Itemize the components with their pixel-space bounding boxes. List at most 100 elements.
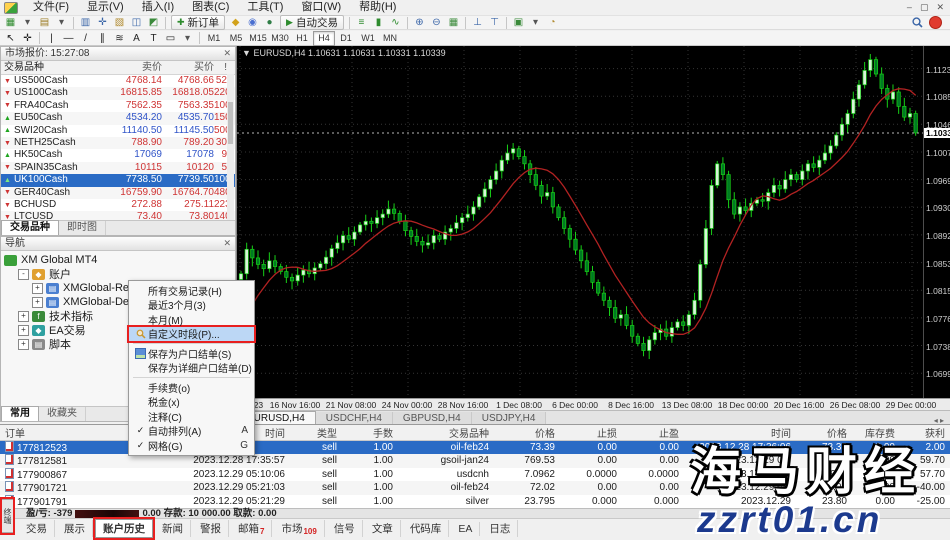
context-menu-item[interactable]: 最近3个月(3) bbox=[129, 298, 254, 313]
navigator-item[interactable]: XM Global MT4 bbox=[4, 253, 235, 267]
navigator-tab[interactable]: 收藏夹 bbox=[39, 407, 86, 421]
column-spread[interactable]: ! bbox=[214, 61, 235, 74]
context-menu-item[interactable]: ✓网格(G)G bbox=[129, 438, 254, 453]
market-watch-row[interactable]: ▲EU50Cash4534.204535.70150 bbox=[1, 112, 235, 124]
chart-dropdown-icon[interactable]: ▼ bbox=[242, 48, 251, 58]
terminal-tab-交易[interactable]: 交易 bbox=[19, 520, 55, 537]
timeframe-mn[interactable]: MN bbox=[379, 31, 401, 46]
menu-item[interactable]: 图表(C) bbox=[183, 0, 238, 15]
history-column-header[interactable]: 库存费 bbox=[852, 425, 900, 441]
expand-icon[interactable]: + bbox=[18, 311, 29, 322]
data-window-icon[interactable]: ✛ bbox=[94, 16, 111, 29]
dropdown-arrow-icon[interactable]: ▾ bbox=[53, 16, 70, 29]
timeframe-h4[interactable]: H4 bbox=[313, 31, 335, 46]
candlestick-icon[interactable]: ▮ bbox=[370, 16, 387, 29]
restore-icon[interactable]: ▢ bbox=[920, 2, 929, 13]
history-column-header[interactable]: 价格 bbox=[796, 425, 852, 441]
new-order-button[interactable]: ✚新订单 bbox=[171, 15, 225, 30]
line-chart-icon[interactable]: ∿ bbox=[387, 16, 404, 29]
expand-icon[interactable]: + bbox=[32, 297, 43, 308]
context-menu-item[interactable]: 注释(C) bbox=[129, 409, 254, 424]
crosshair-icon[interactable]: ✛ bbox=[19, 32, 36, 45]
history-row[interactable]: 1779017912023.12.29 05:21:29sell1.00silv… bbox=[0, 495, 950, 508]
history-column-header[interactable]: 止盈 bbox=[622, 425, 684, 441]
context-menu-item[interactable]: ✓自动排列(A)A bbox=[129, 424, 254, 439]
terminal-tab-警报[interactable]: 警报 bbox=[193, 520, 229, 537]
context-menu-item[interactable]: 本月(M) bbox=[129, 312, 254, 327]
close-icon[interactable]: ✕ bbox=[223, 47, 231, 60]
tile-windows-icon[interactable]: ▦ bbox=[445, 16, 462, 29]
publisher-icon[interactable]: ◉ bbox=[244, 16, 261, 29]
arrange-down-icon[interactable]: ⊤ bbox=[486, 16, 503, 29]
navigator-icon[interactable]: ▧ bbox=[111, 16, 128, 29]
menu-item[interactable]: 显示(V) bbox=[78, 0, 133, 15]
search-icon[interactable] bbox=[912, 17, 923, 28]
dropdown-arrow-icon[interactable]: ▾ bbox=[19, 16, 36, 29]
expand-icon[interactable]: + bbox=[18, 325, 29, 336]
terminal-tab-市场[interactable]: 市场109 bbox=[274, 520, 324, 537]
auto-trading-button[interactable]: ▶自动交易 bbox=[280, 15, 344, 30]
dropdown-arrow-icon[interactable]: ▾ bbox=[527, 16, 544, 29]
timeframe-d1[interactable]: D1 bbox=[335, 31, 357, 46]
zoom-in-icon[interactable]: ⊕ bbox=[411, 16, 428, 29]
market-watch-tab[interactable]: 即时图 bbox=[59, 221, 106, 235]
metaeditor-icon[interactable]: ◆ bbox=[227, 16, 244, 29]
column-ask[interactable]: 买价 bbox=[162, 61, 214, 74]
market-watch-row[interactable]: ▼SPAIN35Cash10115101205 bbox=[1, 162, 235, 174]
text-icon[interactable]: A bbox=[128, 32, 145, 45]
context-menu-item[interactable]: 自定义时段(P)... bbox=[129, 327, 254, 342]
market-watch-tab[interactable]: 交易品种 bbox=[1, 220, 59, 235]
context-menu-item[interactable]: 保存为户口结单(S) bbox=[129, 346, 254, 361]
candlestick-chart[interactable] bbox=[237, 46, 923, 398]
timeframe-m30[interactable]: M30 bbox=[269, 31, 291, 46]
notification-icon[interactable] bbox=[929, 16, 942, 29]
timeframe-w1[interactable]: W1 bbox=[357, 31, 379, 46]
menu-item[interactable]: 窗口(W) bbox=[292, 0, 350, 15]
arrange-up-icon[interactable]: ⊥ bbox=[469, 16, 486, 29]
menu-item[interactable]: 工具(T) bbox=[238, 0, 292, 15]
context-menu-item[interactable]: 手续费(o) bbox=[129, 380, 254, 395]
terminal-tab-展示[interactable]: 展示 bbox=[57, 520, 93, 537]
profiles-icon[interactable]: ▤ bbox=[36, 16, 53, 29]
market-watch-row[interactable]: ▲HK50Cash17069170789 bbox=[1, 149, 235, 161]
context-menu-item[interactable]: 保存为详细户口结单(D) bbox=[129, 361, 254, 376]
timeframe-h1[interactable]: H1 bbox=[291, 31, 313, 46]
column-symbol[interactable]: 交易品种 bbox=[1, 61, 100, 74]
market-watch-icon[interactable]: ▥ bbox=[77, 16, 94, 29]
chart-window[interactable]: 1.112351.108501.104601.100751.096901.093… bbox=[236, 46, 950, 398]
context-menu-item[interactable]: 税金(x) bbox=[129, 395, 254, 410]
terminal-tab-新闻[interactable]: 新闻 bbox=[155, 520, 191, 537]
timeframe-m5[interactable]: M5 bbox=[225, 31, 247, 46]
menu-item[interactable]: 插入(I) bbox=[133, 0, 183, 15]
market-watch-row[interactable]: ▼NETH25Cash788.90789.2030 bbox=[1, 137, 235, 149]
new-chart-icon[interactable]: ▦ bbox=[2, 16, 19, 29]
history-row[interactable]: 1778125812023.12.28 17:35:57sell1.00gsoi… bbox=[0, 454, 950, 467]
terminal-tab-日志[interactable]: 日志 bbox=[482, 520, 518, 537]
fibonacci-icon[interactable]: ≋ bbox=[111, 32, 128, 45]
history-column-header[interactable]: 获利 bbox=[900, 425, 950, 441]
terminal-tab-邮箱[interactable]: 邮箱7 bbox=[231, 520, 272, 537]
zoom-out-icon[interactable]: ⊖ bbox=[428, 16, 445, 29]
terminal-tab-账户历史[interactable]: 账户历史 bbox=[95, 519, 153, 538]
context-menu-item[interactable]: 所有交易记录(H) bbox=[129, 283, 254, 298]
market-watch-scrollbar[interactable] bbox=[227, 74, 234, 222]
terminal-side-tab[interactable]: 终端 bbox=[1, 499, 14, 533]
channel-icon[interactable]: ∥ bbox=[94, 32, 111, 45]
column-bid[interactable]: 卖价 bbox=[100, 61, 162, 74]
navigator-item[interactable]: -◆账户 bbox=[4, 267, 235, 281]
history-column-header[interactable]: 订单 bbox=[0, 425, 104, 441]
indicators-icon[interactable]: ▣ bbox=[510, 16, 527, 29]
terminal-icon[interactable]: ◫ bbox=[128, 16, 145, 29]
history-column-header[interactable]: 手数 bbox=[342, 425, 398, 441]
expand-icon[interactable]: + bbox=[18, 339, 29, 350]
collapse-icon[interactable]: - bbox=[18, 269, 29, 280]
market-watch-row[interactable]: ▼BCHUSD272.88275.11223 bbox=[1, 199, 235, 211]
history-column-header[interactable]: 时间 bbox=[684, 425, 796, 441]
expand-icon[interactable]: + bbox=[32, 283, 43, 294]
terminal-tab-信号[interactable]: 信号 bbox=[327, 520, 363, 537]
globe-icon[interactable]: ● bbox=[261, 16, 278, 29]
history-column-header[interactable]: 交易品种 bbox=[398, 425, 494, 441]
text-label-icon[interactable]: T bbox=[145, 32, 162, 45]
terminal-tab-文章[interactable]: 文章 bbox=[365, 520, 401, 537]
market-watch-row[interactable]: ▲UK100Cash7738.507739.50100 bbox=[1, 174, 235, 186]
